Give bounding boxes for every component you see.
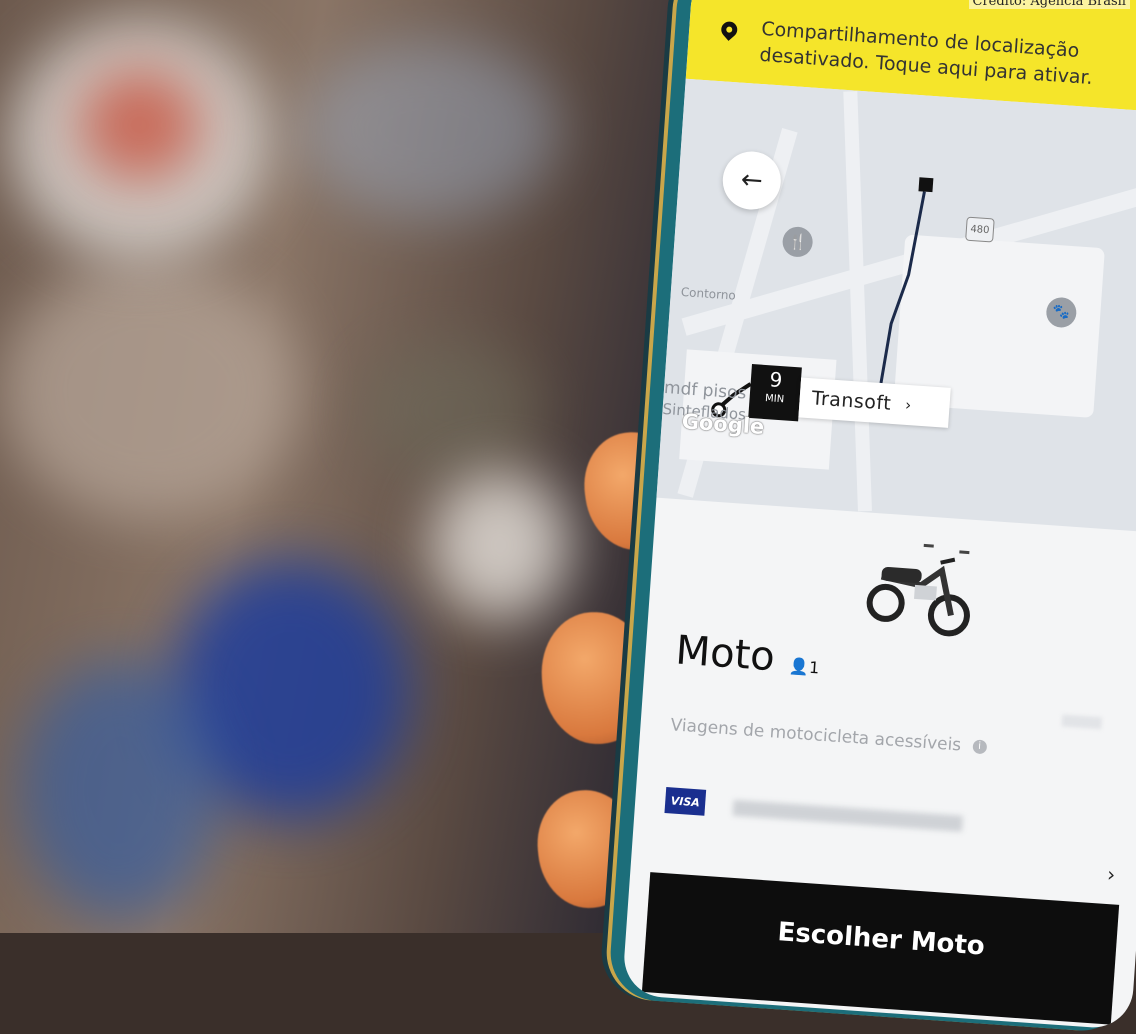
info-icon[interactable]: i bbox=[971, 739, 987, 755]
product-name: Moto bbox=[674, 627, 777, 681]
product-description-text: Viagens de motocicleta acessíveis bbox=[669, 715, 962, 756]
location-pin-icon bbox=[717, 18, 741, 41]
product-title: Moto 👤1 bbox=[674, 627, 821, 683]
photo-credit: Crédito: Agência Brasil bbox=[968, 0, 1130, 9]
route-map[interactable]: ← 🍴 🐾 Contorno mdf pisos Sinteflados 480… bbox=[656, 78, 1136, 534]
banner-text: Compartilhamento de localização desativa… bbox=[758, 17, 1094, 90]
seat-count: 👤1 bbox=[788, 656, 820, 678]
phone-screen: Compartilhamento de localização desativa… bbox=[621, 0, 1136, 1031]
masked-card-number bbox=[732, 799, 963, 832]
chevron-right-icon: › bbox=[1106, 862, 1117, 887]
motorcycle-icon bbox=[866, 543, 970, 637]
destination-label: Transoft bbox=[810, 387, 892, 415]
visa-card-icon: VISA bbox=[664, 787, 707, 816]
eta-unit: MIN bbox=[764, 393, 785, 406]
payment-method-row[interactable]: VISA › bbox=[651, 786, 1125, 889]
product-description: Viagens de motocicleta acessíveis i bbox=[670, 715, 987, 757]
chevron-right-icon: › bbox=[904, 395, 912, 415]
back-arrow-icon: ← bbox=[739, 164, 764, 197]
eta-value: 9 bbox=[768, 367, 784, 393]
phone: Compartilhamento de localização desativa… bbox=[607, 0, 1136, 1034]
highway-shield: 480 bbox=[965, 216, 995, 243]
eta-badge: 9 MIN bbox=[748, 364, 802, 422]
